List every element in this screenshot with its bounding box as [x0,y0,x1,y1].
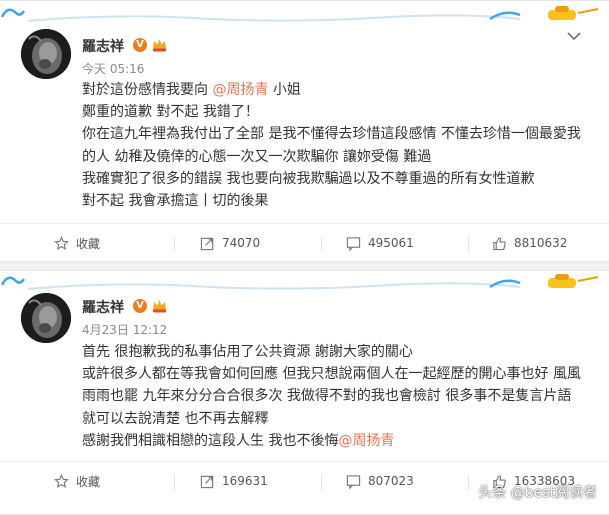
content-line: 對於這份感情我要向 @周扬青 小姐 [82,82,301,98]
divider [321,474,322,490]
content-line: 感謝我們相識相戀的這段人生 我也不後悔@周扬青 [82,432,395,449]
favorite-label: 收藏 [76,236,101,251]
content-line: 你在這九年裡為我付出了全部 是我不懂得去珍惜這段感情 不懂去珍惜一個最愛我 [82,126,581,143]
comment-icon [346,236,361,251]
content-line: 雨雨也罷 九年來分分合合很多次 我做得不對的我也會檢討 很多事不是隻言片語 [82,388,572,405]
like-icon [493,236,506,250]
repost-count: 169631 [222,474,268,488]
verified-badge: V [133,38,147,52]
chevron-down-icon[interactable] [567,31,581,41]
avatar[interactable] [21,29,71,79]
divider [174,474,175,490]
divider [174,236,175,252]
post-content: 對於這份感情我要向 @周扬青 小姐 鄭重的道歉 對不起 我錯了！ 你在這九年裡為… [82,79,587,212]
content-line: 就可以去說清楚 也不再去解釋 [82,410,269,427]
comment-count: 495061 [368,236,414,250]
divider [321,236,322,252]
repost-icon [200,237,214,250]
card-top-decoration [0,271,609,293]
action-bar: 收藏 74070 495061 8810632 [0,223,609,262]
favorite-button[interactable]: 收藏 [54,462,100,500]
post-time[interactable]: 4月23日 12:12 [82,321,167,338]
repost-count: 74070 [222,236,261,250]
divider [468,474,469,490]
comment-icon [346,474,361,489]
star-icon [54,473,69,488]
star-icon [54,235,69,250]
comment-count: 807023 [368,474,414,488]
content-line: 或許很多人都在等我會如何回應 但我只想說兩個人在一起經歷的開心事也好 風風 [82,366,581,383]
mention-link[interactable]: @周扬青 [338,433,394,449]
comment-button[interactable]: 807023 [346,462,414,500]
verified-badge: V [133,299,147,313]
weibo-post-2: 羅志祥 V 4月23日 12:12 首先 很抱歉我的私事佔用了公共資源 謝謝大家… [0,270,609,515]
mention-link[interactable]: @周扬青 [212,82,268,98]
content-line: 的人 幼稚及僥倖的心態一次又一次欺騙你 讓妳受傷 難過 [82,148,432,165]
post-content: 首先 很抱歉我的私事佔用了公共資源 謝謝大家的關心 或許很多人都在等我會如何回應… [82,341,587,452]
author-name[interactable]: 羅志祥 [82,297,124,317]
card-top-decoration [0,1,609,23]
post-time[interactable]: 今天 05:16 [82,60,144,77]
content-line: 我確實犯了很多的錯誤 我也要向被我欺騙過以及不尊重過的所有女性道歉 [82,170,535,187]
repost-button[interactable]: 74070 [200,224,260,262]
like-count: 8810632 [514,236,568,250]
content-line: 首先 很抱歉我的私事佔用了公共資源 謝謝大家的關心 [82,344,413,360]
repost-icon [200,475,214,488]
watermark: 头条 @best阅读者 [478,485,597,501]
crown-icon [153,300,166,313]
weibo-post-1: 羅志祥 V 今天 05:16 對於這份感情我要向 @周扬青 小姐 鄭重的道歉 對… [0,0,609,262]
favorite-button[interactable]: 收藏 [54,224,100,262]
author-name[interactable]: 羅志祥 [82,36,124,56]
like-button[interactable]: 8810632 [492,224,567,262]
content-line: 對不起 我會承擔這丨切的後果 [82,193,269,210]
favorite-label: 收藏 [76,474,101,489]
content-line: 鄭重的道歉 對不起 我錯了！ [82,104,259,121]
divider [468,236,469,252]
repost-button[interactable]: 169631 [200,462,268,500]
avatar[interactable] [21,293,71,343]
comment-button[interactable]: 495061 [346,224,414,262]
crown-icon [153,39,166,52]
